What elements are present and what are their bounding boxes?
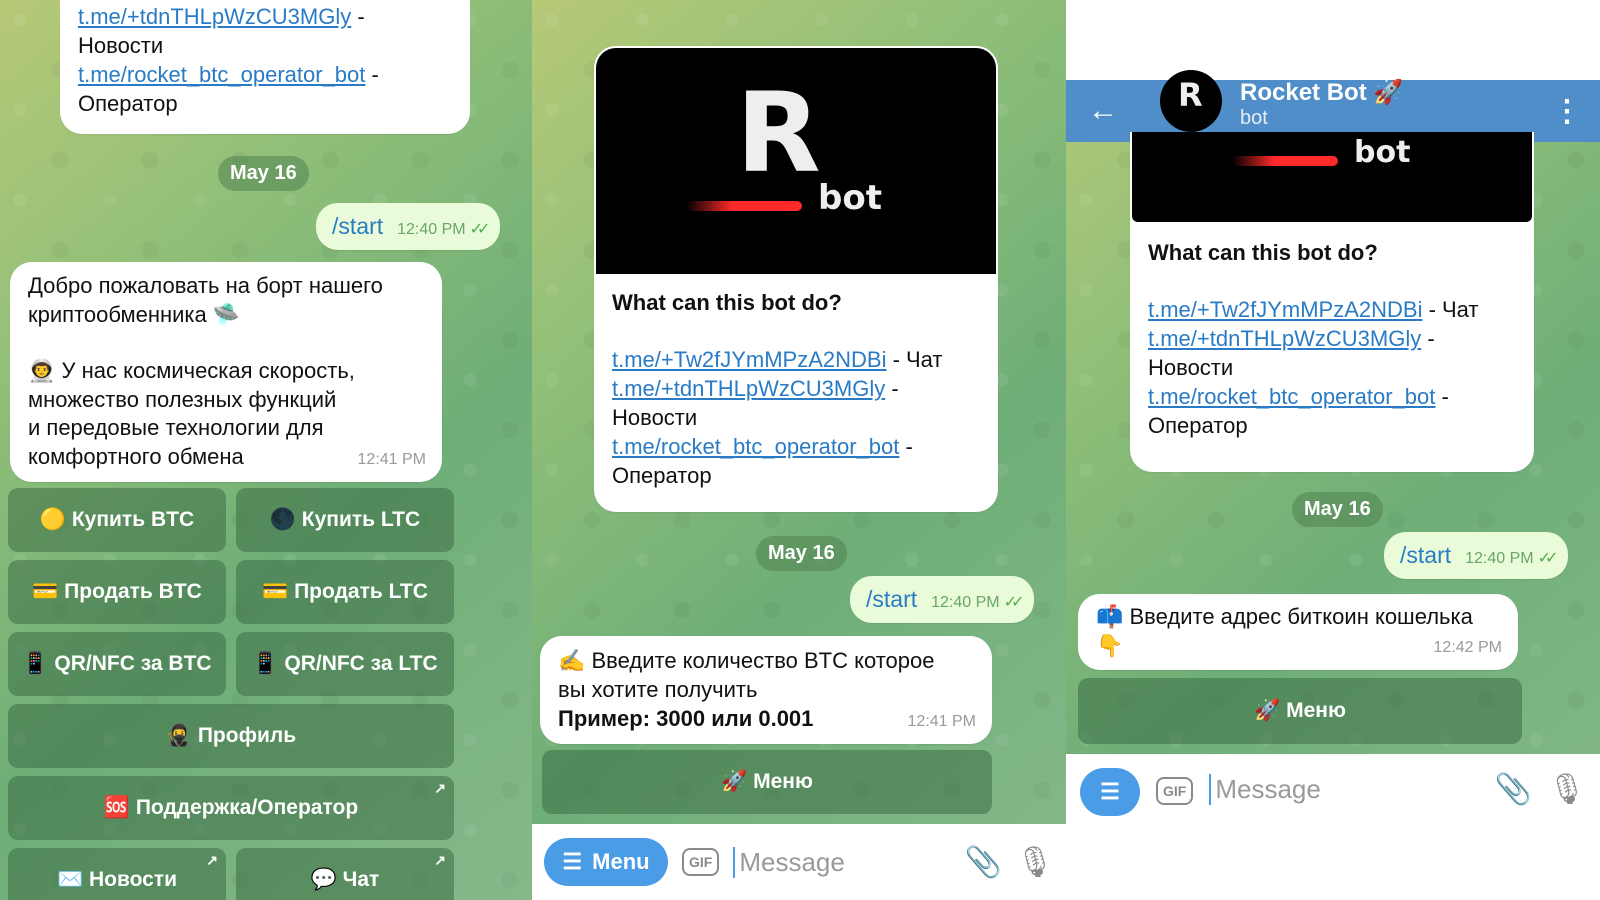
back-arrow-icon[interactable]: ←	[1088, 94, 1136, 128]
status-bar-area	[1066, 0, 1600, 80]
message-input-bar: ☰ Menu GIF Message 📎 🎙	[532, 824, 1066, 900]
bot-avatar[interactable]: R	[1160, 70, 1222, 132]
info-message-bubble: t.me/+tdnTHLpWzCU3MGly - Новости t.me/ro…	[60, 0, 470, 134]
message-input[interactable]: Message	[1209, 774, 1478, 805]
date-separator: May 16	[218, 156, 309, 191]
welcome-message-bubble: Добро пожаловать на борт нашего криптооб…	[10, 262, 442, 482]
start-command[interactable]: /start	[332, 213, 383, 240]
wallet-prompt-bubble: 📫 Введите адрес биткоин кошелька 👇 12:42…	[1078, 594, 1518, 670]
paperclip-icon[interactable]: 📎	[965, 845, 1002, 880]
bot-logo-image: R bot	[596, 48, 996, 274]
menu-keyboard-button[interactable]: 🚀 Меню	[542, 750, 992, 814]
message-time: 12:41 PM	[357, 450, 426, 468]
date-separator: May 16	[756, 536, 847, 571]
profile-button[interactable]: 🥷 Профиль	[8, 704, 454, 768]
what-can-bot-do-title: What can this bot do?	[612, 290, 842, 315]
bot-description-card: bot What can this bot do? t.me/+Tw2fJYmM…	[1130, 132, 1534, 472]
chat-panel-wallet-address: ← R Rocket Bot 🚀 bot ⋮ bot What can this…	[1066, 0, 1600, 900]
chat-panel-main-menu: t.me/+tdnTHLpWzCU3MGly - Новости t.me/ro…	[0, 0, 532, 900]
message-input[interactable]: Message	[733, 846, 950, 878]
news-label: Новости	[78, 33, 164, 58]
operator-link[interactable]: t.me/rocket_btc_operator_bot	[612, 434, 899, 459]
logo-red-stroke	[686, 201, 802, 211]
amount-prompt-bubble: ✍️ Введите количество BTC которое вы хот…	[540, 636, 992, 744]
sell-btc-button[interactable]: 💳 Продать BTC	[8, 560, 226, 624]
hamburger-icon: ☰	[1100, 779, 1120, 804]
date-separator: May 16	[1292, 492, 1383, 527]
news-link[interactable]: t.me/+tdnTHLpWzCU3MGly	[1148, 326, 1421, 351]
buy-btc-button[interactable]: 🟡 Купить BTC	[8, 488, 226, 552]
double-check-icon: ✓✓	[1537, 550, 1559, 567]
operator-label: Оператор	[1148, 413, 1248, 438]
menu-button[interactable]: ☰ Menu	[544, 838, 668, 886]
chat-link[interactable]: t.me/+Tw2fJYmMPzA2NDBi	[612, 347, 886, 372]
outgoing-start-message: /start 12:40 PM ✓✓	[316, 203, 501, 250]
news-link[interactable]: t.me/+tdnTHLpWzCU3MGly	[612, 376, 885, 401]
gif-icon[interactable]: GIF	[1156, 777, 1194, 805]
message-time: 12:41 PM	[907, 713, 976, 730]
support-operator-button[interactable]: 🆘 Поддержка/Оператор ↗	[8, 776, 454, 840]
news-label: Новости	[612, 405, 698, 430]
logo-letter: R	[736, 69, 821, 197]
external-link-icon: ↗	[206, 852, 218, 868]
chat-panel-btc-amount: R bot What can this bot do? t.me/+Tw2fJY…	[532, 0, 1066, 900]
start-command[interactable]: /start	[866, 586, 917, 613]
menu-keyboard-button[interactable]: 🚀 Меню	[1078, 678, 1522, 744]
news-button[interactable]: ✉️ Новости ↗	[8, 848, 226, 900]
message-time: 12:40 PM ✓✓	[931, 594, 1025, 611]
logo-red-stroke	[1232, 156, 1338, 166]
operator-link[interactable]: t.me/rocket_btc_operator_bot	[1148, 384, 1435, 409]
message-time: 12:40 PM ✓✓	[397, 221, 491, 238]
logo-word: bot	[1354, 135, 1411, 170]
menu-button[interactable]: ☰	[1080, 768, 1140, 816]
message-input-bar: ☰ GIF Message 📎 🎙	[1066, 754, 1600, 900]
operator-label: Оператор	[78, 91, 178, 116]
more-options-icon[interactable]: ⋮	[1552, 94, 1582, 129]
hamburger-icon: ☰	[562, 849, 583, 874]
bot-logo-image: bot	[1132, 132, 1532, 222]
outgoing-start-message: /start 12:40 PM ✓✓	[850, 576, 1035, 623]
paperclip-icon[interactable]: 📎	[1495, 772, 1532, 807]
operator-link[interactable]: t.me/rocket_btc_operator_bot	[78, 62, 365, 87]
qr-nfc-btc-button[interactable]: 📱 QR/NFC за BTC	[8, 632, 226, 696]
sell-ltc-button[interactable]: 💳 Продать LTC	[236, 560, 454, 624]
external-link-icon: ↗	[434, 852, 446, 868]
news-link[interactable]: t.me/+tdnTHLpWzCU3MGly	[78, 4, 351, 29]
chat-title: Rocket Bot 🚀	[1240, 78, 1404, 106]
microphone-icon[interactable]: 🎙	[1016, 845, 1054, 880]
chat-button[interactable]: 💬 Чат ↗	[236, 848, 454, 900]
outgoing-start-message: /start 12:40 PM ✓✓	[1384, 532, 1569, 579]
qr-nfc-ltc-button[interactable]: 📱 QR/NFC за LTC	[236, 632, 454, 696]
news-label: Новости	[1148, 355, 1234, 380]
message-time: 12:40 PM ✓✓	[1465, 550, 1559, 567]
bot-description-card: R bot What can this bot do? t.me/+Tw2fJY…	[594, 46, 998, 512]
double-check-icon: ✓✓	[469, 221, 491, 238]
double-check-icon: ✓✓	[1003, 594, 1025, 611]
buy-ltc-button[interactable]: 🌑 Купить LTC	[236, 488, 454, 552]
chat-subtitle: bot	[1240, 106, 1268, 129]
what-can-bot-do-title: What can this bot do?	[1148, 240, 1378, 265]
microphone-icon[interactable]: 🎙	[1548, 772, 1586, 807]
gif-icon[interactable]: GIF	[682, 848, 720, 876]
start-command[interactable]: /start	[1400, 542, 1451, 569]
logo-word: bot	[818, 178, 882, 218]
message-time: 12:42 PM	[1433, 639, 1502, 656]
operator-label: Оператор	[612, 463, 712, 488]
external-link-icon: ↗	[434, 780, 446, 796]
chat-link[interactable]: t.me/+Tw2fJYmMPzA2NDBi	[1148, 297, 1422, 322]
